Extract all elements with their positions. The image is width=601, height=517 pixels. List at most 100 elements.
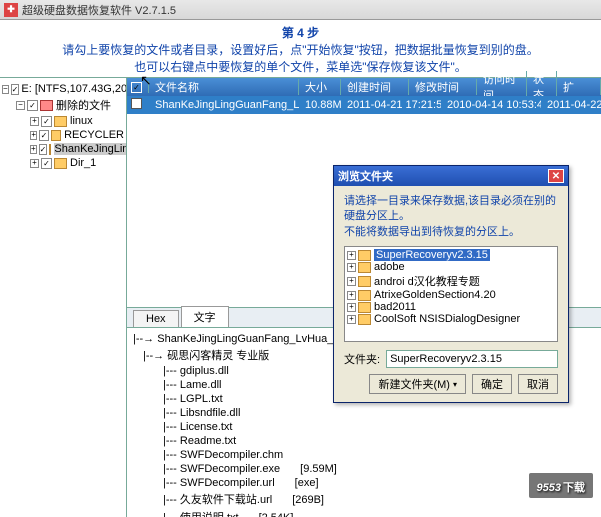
folder-icon xyxy=(358,302,371,313)
expand-icon[interactable]: + xyxy=(30,131,37,140)
dialog-tree-item[interactable]: + adobe xyxy=(347,261,555,273)
dialog-tree-item[interactable]: + SuperRecoveryv2.3.15 xyxy=(347,249,555,261)
tree-checkbox[interactable] xyxy=(39,144,48,155)
header-checkbox[interactable] xyxy=(127,81,149,93)
tree-deleted[interactable]: − 删除的文件 xyxy=(16,96,124,114)
expand-icon[interactable]: + xyxy=(347,277,356,286)
cell-name: ShanKeJingLingGuanFang_LvHua_zhanye xyxy=(149,99,299,111)
tree-item[interactable]: + ShanKeJingLingGuanFang_LvHua_zha xyxy=(30,142,124,156)
folder-tree-pane: − E: [NTFS,107.43G,2010-01-26] − 删除的文件 +… xyxy=(0,78,127,517)
file-size: [9.59M] xyxy=(300,463,337,475)
tree-label: linux xyxy=(70,115,93,127)
folder-icon xyxy=(358,276,371,287)
expand-icon[interactable]: + xyxy=(30,117,39,126)
tree-label: ShanKeJingLingGuanFang_LvHua_zha xyxy=(54,143,127,155)
collapse-icon[interactable]: − xyxy=(2,85,9,94)
tree-checkbox[interactable] xyxy=(41,158,52,169)
close-icon[interactable]: ✕ xyxy=(548,169,564,183)
tab-hex[interactable]: Hex xyxy=(133,310,179,327)
col-ext[interactable]: 扩 xyxy=(557,79,601,95)
folder-icon xyxy=(49,144,51,155)
tree-item[interactable]: + linux xyxy=(30,114,124,128)
tree-label: bad2011 xyxy=(374,301,416,313)
dialog-tree-item[interactable]: +CoolSoft NSISDialogDesigner xyxy=(347,313,555,325)
dialog-tree-item[interactable]: + bad2011 xyxy=(347,301,555,313)
step-banner: 第 4 步 请勾上要恢复的文件或者目录，设置好后，点"开始恢复"按钮，把数据批量… xyxy=(0,20,601,77)
dialog-folder-tree[interactable]: + SuperRecoveryv2.3.15 + adobe + androi d汉化… xyxy=(344,246,558,342)
window-title: 超级硬盘数据恢复软件 V2.7.1.5 xyxy=(22,2,176,18)
dialog-titlebar[interactable]: 浏览文件夹 ✕ xyxy=(334,166,568,186)
file-size: [2.54K] xyxy=(259,512,294,517)
col-size[interactable]: 大小 xyxy=(299,79,341,95)
dialog-title: 浏览文件夹 xyxy=(338,168,393,184)
tree-root[interactable]: − E: [NTFS,107.43G,2010-01-26] xyxy=(2,82,124,96)
folder-icon xyxy=(358,290,371,301)
folder-icon xyxy=(54,158,67,169)
app-icon: ✚ xyxy=(4,3,18,17)
col-mtime[interactable]: 修改时间 xyxy=(409,79,477,95)
folder-icon xyxy=(54,116,67,127)
tree-item[interactable]: + RECYCLER xyxy=(30,128,124,142)
tree-checkbox[interactable] xyxy=(11,84,20,95)
step-line1: 请勾上要恢复的文件或者目录，设置好后，点"开始恢复"按钮，把数据批量恢复到别的盘… xyxy=(0,41,601,58)
dialog-buttons: 新建文件夹(M)▾ 确定 取消 xyxy=(344,374,558,394)
tree-checkbox[interactable] xyxy=(39,130,48,141)
tree-checkbox[interactable] xyxy=(27,100,38,111)
ok-button[interactable]: 确定 xyxy=(472,374,512,394)
detail-line: |--- License.txt xyxy=(163,420,595,434)
collapse-icon[interactable]: − xyxy=(16,101,25,110)
row-checkbox[interactable] xyxy=(131,98,142,109)
detail-line: |--- 使用说明.txt[2.54K] xyxy=(163,508,595,517)
tree-label: adobe xyxy=(374,261,405,273)
tree-item[interactable]: + Dir_1 xyxy=(30,156,124,170)
expand-icon[interactable]: + xyxy=(30,159,39,168)
tree-label: 删除的文件 xyxy=(56,97,111,113)
chevron-down-icon: ▾ xyxy=(453,380,457,389)
col-name[interactable]: 文件名称 xyxy=(149,79,299,95)
cell-ctime: 2011-04-21 17:21:54 xyxy=(341,99,441,111)
tree-label: E: [NTFS,107.43G,2010-01-26] xyxy=(21,83,127,95)
detail-line: |--- SWFDecompiler.chm xyxy=(163,448,595,462)
tab-text[interactable]: 文字 xyxy=(181,306,229,327)
detail-line: |--- Libsndfile.dll xyxy=(163,406,595,420)
watermark: 9553下载 xyxy=(529,473,593,498)
tree-checkbox[interactable] xyxy=(41,116,52,127)
expand-icon[interactable]: + xyxy=(347,315,356,324)
tree-label: SuperRecoveryv2.3.15 xyxy=(374,249,490,261)
new-folder-button[interactable]: 新建文件夹(M)▾ xyxy=(369,374,466,394)
tree-label: AtrixeGoldenSection4.20 xyxy=(374,289,496,301)
dialog-input-row: 文件夹: xyxy=(344,350,558,368)
folder-icon xyxy=(358,250,371,261)
cell-mtime: 2010-04-14 10:53:40 xyxy=(441,99,541,111)
expand-icon[interactable]: + xyxy=(347,251,356,260)
cancel-button[interactable]: 取消 xyxy=(518,374,558,394)
tree-label: RECYCLER xyxy=(64,129,124,141)
folder-icon xyxy=(40,100,53,111)
dialog-body: 请选择一目录来保存数据,该目录必须在别的硬盘分区上。 不能将数据导出到待恢复的分… xyxy=(334,186,568,402)
dialog-tree-item[interactable]: + AtrixeGoldenSection4.20 xyxy=(347,289,555,301)
dialog-message: 请选择一目录来保存数据,该目录必须在别的硬盘分区上。 不能将数据导出到待恢复的分… xyxy=(344,194,558,240)
step-number: 第 4 步 xyxy=(0,24,601,41)
expand-icon[interactable]: + xyxy=(347,263,356,272)
folder-icon xyxy=(51,130,62,141)
file-list-header: 文件名称 大小 创建时间 修改时间 访问时间 状态 扩 xyxy=(127,78,601,96)
expand-icon[interactable]: + xyxy=(30,145,37,154)
file-size: [exe] xyxy=(295,477,319,489)
folder-icon xyxy=(358,262,371,273)
folder-input[interactable] xyxy=(386,350,558,368)
tree-label: Dir_1 xyxy=(70,157,96,169)
tree-label: androi d汉化教程专题 xyxy=(374,273,480,289)
file-row[interactable]: ShanKeJingLingGuanFang_LvHua_zhanye 10.8… xyxy=(127,96,601,114)
folder-input-label: 文件夹: xyxy=(344,351,380,367)
expand-icon[interactable]: + xyxy=(347,291,356,300)
cell-atime: 2011-04-22 xyxy=(541,99,601,111)
cell-size: 10.88M xyxy=(299,99,341,111)
window-titlebar: ✚ 超级硬盘数据恢复软件 V2.7.1.5 xyxy=(0,0,601,20)
file-size: [269B] xyxy=(292,494,324,506)
dialog-tree-item[interactable]: + androi d汉化教程专题 xyxy=(347,273,555,289)
folder-icon xyxy=(358,314,371,325)
folder-tree[interactable]: − E: [NTFS,107.43G,2010-01-26] − 删除的文件 +… xyxy=(0,78,126,174)
expand-icon[interactable]: + xyxy=(347,303,356,312)
detail-line: |--- Readme.txt xyxy=(163,434,595,448)
col-ctime[interactable]: 创建时间 xyxy=(341,79,409,95)
